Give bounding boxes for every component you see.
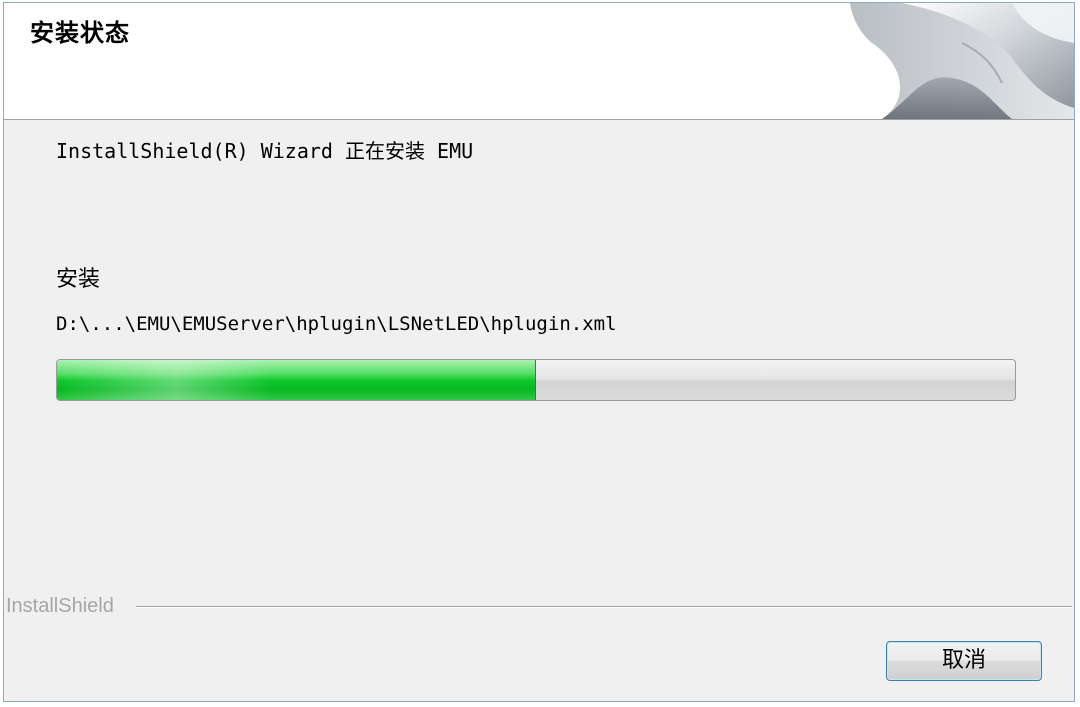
status-text: InstallShield(R) Wizard 正在安装 EMU (56, 139, 474, 163)
brand-divider (136, 606, 1072, 608)
page-title: 安装状态 (30, 19, 130, 47)
installer-window: 安装状态 InstallShield(R) Wizard 正在安装 EMU 安装… (3, 2, 1075, 702)
progress-bar-fill (57, 360, 536, 400)
action-label: 安装 (56, 267, 101, 292)
brand-label: InstallShield (6, 595, 114, 617)
header-panel: 安装状态 (4, 3, 1074, 120)
brand-row: InstallShield (4, 593, 1074, 623)
page-curl-icon (850, 3, 1074, 119)
current-file-path: D:\...\EMU\EMUServer\hplugin\LSNetLED\hp… (56, 313, 617, 335)
cancel-button[interactable]: 取消 (886, 641, 1042, 681)
progress-bar (56, 359, 1016, 401)
